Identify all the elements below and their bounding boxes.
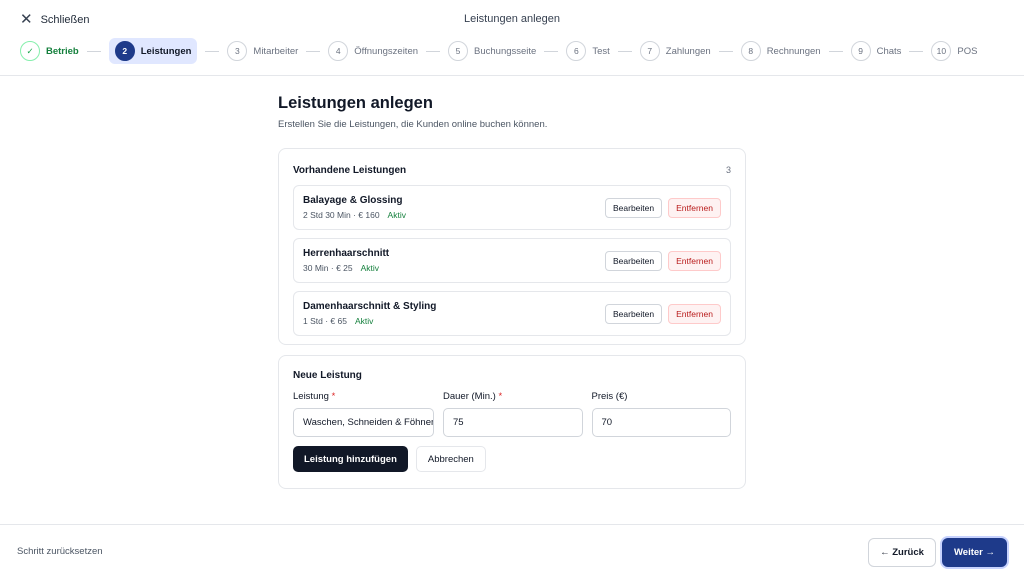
list-item: Damenhaarschnitt & Styling 1 Std · € 65 A… xyxy=(293,291,731,336)
step-separator xyxy=(544,50,559,52)
step-betrieb[interactable]: ✓ Betrieb xyxy=(20,38,79,64)
cancel-button[interactable]: Abbrechen xyxy=(415,446,486,472)
service-label: Leistung * xyxy=(293,391,336,402)
step-oeffnungszeiten[interactable]: 4 Öffnungszeiten xyxy=(328,38,418,64)
next-button[interactable]: Weiter → xyxy=(942,538,1007,567)
back-button[interactable]: ← Zurück xyxy=(868,538,936,567)
service-count: 3 xyxy=(725,165,731,175)
wizard-header: ✕ Schließen Leistungen anlegen ✓ Betrieb… xyxy=(0,0,1024,76)
card-title: Vorhandene Leistungen xyxy=(293,164,407,176)
step-number: 10 xyxy=(931,41,952,61)
status-badge: Aktiv xyxy=(387,210,406,220)
duration-input[interactable]: 75 xyxy=(443,408,583,437)
step-number: 2 xyxy=(114,41,135,61)
check-icon: ✓ xyxy=(20,41,40,61)
form-actions: Leistung hinzufügen Abbrechen xyxy=(293,446,731,472)
step-number: 9 xyxy=(850,41,871,61)
step-test[interactable]: 6 Test xyxy=(566,38,610,64)
step-label: Öffnungszeiten xyxy=(354,45,419,57)
status-badge: Aktiv xyxy=(360,263,380,273)
service-meta: 2 Std 30 Min · € 160 Aktiv xyxy=(303,210,406,220)
service-info: Herrenhaarschnitt 30 Min · € 25 Aktiv xyxy=(303,248,389,273)
step-separator xyxy=(306,50,321,52)
wizard-stepper: ✓ Betrieb 2 Leistungen 3 Mitarbeiter 4 Ö… xyxy=(20,38,977,64)
step-separator xyxy=(426,50,441,52)
step-label: Zahlungen xyxy=(665,45,711,57)
step-label: Rechnungen xyxy=(766,45,821,57)
page-title: Leistungen anlegen xyxy=(278,94,433,112)
step-number: 8 xyxy=(740,41,761,61)
status-badge: Aktiv xyxy=(354,316,374,326)
service-details: 30 Min · € 25 xyxy=(303,263,353,273)
edit-button[interactable]: Bearbeiten xyxy=(605,250,663,271)
service-actions: Bearbeiten Entfernen xyxy=(605,197,721,218)
reset-step-button[interactable]: Schritt zurücksetzen xyxy=(17,546,103,557)
service-actions: Bearbeiten Entfernen xyxy=(605,303,721,324)
required-mark: * xyxy=(331,391,336,402)
wizard-title: Leistungen anlegen xyxy=(463,13,561,25)
service-meta: 1 Std · € 65 Aktiv xyxy=(303,316,436,326)
list-item: Balayage & Glossing 2 Std 30 Min · € 160… xyxy=(293,185,731,230)
service-details: 2 Std 30 Min · € 160 xyxy=(303,210,380,220)
service-input[interactable]: Waschen, Schneiden & Föhnen xyxy=(293,408,434,437)
add-service-button[interactable]: Leistung hinzufügen xyxy=(293,446,408,472)
main-content: Leistungen anlegen Erstellen Sie die Lei… xyxy=(278,94,746,489)
edit-button[interactable]: Bearbeiten xyxy=(605,303,663,324)
step-label: Betrieb xyxy=(46,45,79,57)
price-input[interactable]: 70 xyxy=(591,408,731,437)
step-number: 7 xyxy=(639,41,660,61)
card-header: Vorhandene Leistungen 3 xyxy=(293,163,731,177)
step-separator xyxy=(718,50,733,52)
step-separator xyxy=(909,50,924,52)
price-label: Preis (€) xyxy=(591,391,628,402)
service-info: Damenhaarschnitt & Styling 1 Std · € 65 A… xyxy=(303,301,436,326)
remove-button[interactable]: Entfernen xyxy=(668,303,721,324)
step-separator xyxy=(86,50,101,52)
step-number: 5 xyxy=(448,41,469,61)
step-chats[interactable]: 9 Chats xyxy=(850,38,902,64)
list-item: Herrenhaarschnitt 30 Min · € 25 Aktiv Bea… xyxy=(293,238,731,283)
service-actions: Bearbeiten Entfernen xyxy=(605,250,721,271)
step-separator xyxy=(617,50,632,52)
step-leistungen[interactable]: 2 Leistungen xyxy=(108,38,198,64)
step-label: POS xyxy=(957,45,978,57)
new-service-card: Neue Leistung Leistung * Waschen, Schnei… xyxy=(278,355,746,489)
step-separator xyxy=(828,50,843,52)
existing-services-card: Vorhandene Leistungen 3 Balayage & Gloss… xyxy=(278,148,746,345)
duration-field: Dauer (Min.) * 75 xyxy=(443,391,583,437)
step-number: 6 xyxy=(566,41,587,61)
step-zahlungen[interactable]: 7 Zahlungen xyxy=(639,38,711,64)
step-mitarbeiter[interactable]: 3 Mitarbeiter xyxy=(227,38,298,64)
step-rechnungen[interactable]: 8 Rechnungen xyxy=(740,38,821,64)
edit-button[interactable]: Bearbeiten xyxy=(605,197,663,218)
page-subtitle: Erstellen Sie die Leistungen, die Kunden… xyxy=(278,119,548,130)
step-buchungsseite[interactable]: 5 Buchungsseite xyxy=(448,38,536,64)
service-name: Herrenhaarschnitt xyxy=(303,248,390,259)
required-mark: * xyxy=(498,391,503,402)
card-title: Neue Leistung xyxy=(293,370,362,381)
step-label: Test xyxy=(592,45,610,57)
step-separator xyxy=(205,50,220,52)
step-label: Chats xyxy=(876,45,902,57)
service-info: Balayage & Glossing 2 Std 30 Min · € 160… xyxy=(303,195,406,220)
service-meta: 30 Min · € 25 Aktiv xyxy=(303,263,389,273)
new-service-fields: Leistung * Waschen, Schneiden & Föhnen D… xyxy=(293,391,731,437)
service-details: 1 Std · € 65 xyxy=(303,316,347,326)
price-field: Preis (€) 70 xyxy=(591,391,731,437)
step-label: Buchungsseite xyxy=(474,45,537,57)
step-label: Mitarbeiter xyxy=(253,45,299,57)
remove-button[interactable]: Entfernen xyxy=(668,250,721,271)
duration-label: Dauer (Min.) * xyxy=(443,391,503,402)
step-number: 4 xyxy=(328,41,349,61)
step-number: 3 xyxy=(227,41,248,61)
step-label: Leistungen xyxy=(140,45,192,57)
step-pos[interactable]: 10 POS xyxy=(931,38,977,64)
service-name: Damenhaarschnitt & Styling xyxy=(303,301,437,312)
service-field: Leistung * Waschen, Schneiden & Föhnen xyxy=(293,391,434,437)
wizard-footer: Schritt zurücksetzen ← Zurück Weiter → xyxy=(0,524,1024,578)
remove-button[interactable]: Entfernen xyxy=(668,197,721,218)
service-name: Balayage & Glossing xyxy=(303,195,403,206)
